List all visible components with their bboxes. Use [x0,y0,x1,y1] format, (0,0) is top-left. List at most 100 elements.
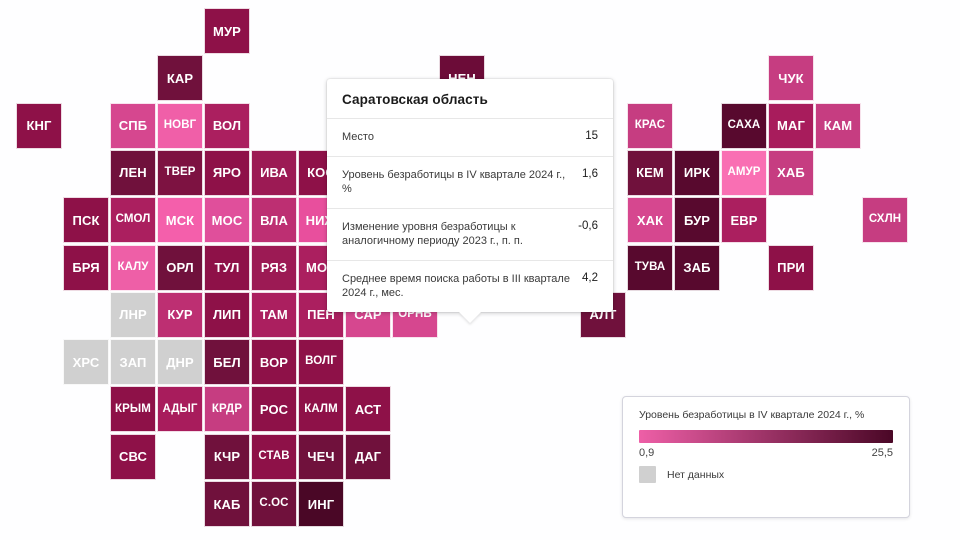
map-tile-label: МУР [213,23,241,39]
map-tile-лнр[interactable]: ЛНР [110,291,156,338]
region-tooltip: Саратовская область Место 15 Уровень безра… [327,79,613,323]
map-tile-label: ЛЕН [119,165,147,181]
tooltip-rows: Место 15 Уровень безработицы в IV квартале… [327,118,613,312]
map-tile-ирк[interactable]: ИРК [674,149,720,196]
map-tile-лен[interactable]: ЛЕН [110,149,156,196]
map-tile-адыг[interactable]: АДЫГ [157,386,203,433]
map-tile-там[interactable]: ТАМ [251,291,297,338]
map-tile-label: ДАГ [354,449,382,465]
map-tile-калм[interactable]: КАЛМ [298,386,344,433]
map-tile-бур[interactable]: БУР [674,197,720,244]
map-tile-вол[interactable]: ВОЛ [204,102,250,149]
map-tile-label: ТУЛ [214,260,240,275]
map-tile-кнг[interactable]: КНГ [16,102,62,149]
map-tile-label: ТВЕР [164,166,196,179]
tooltip-row-label: Уровень безработицы в IV квартале 2024 г… [342,168,566,196]
map-tile-при[interactable]: ПРИ [768,244,814,291]
map-tile-крдр[interactable]: КРДР [204,386,250,433]
map-tile-label: МАГ [777,118,805,134]
map-tile-label: ПСК [72,212,100,228]
map-tile-кчр[interactable]: КЧР [204,433,250,480]
map-tile-заб[interactable]: ЗАБ [674,244,720,291]
tooltip-row: Уровень безработицы в IV квартале 2024 г… [327,155,613,208]
map-tile-пск[interactable]: ПСК [63,197,109,244]
map-tile-label: РОС [259,401,289,417]
map-tile-label: ЯРО [212,165,242,181]
map-tile-label: С.ОС [259,497,289,510]
map-tile-сос[interactable]: С.ОС [251,481,297,527]
map-tile-тул[interactable]: ТУЛ [204,244,250,291]
legend-nodata-entry: Нет данных [639,466,893,484]
tooltip-row-value: 4,2 [582,271,598,284]
map-tile-твер[interactable]: ТВЕР [157,149,203,196]
map-tile-евр[interactable]: ЕВР [721,197,767,244]
map-tile-яро[interactable]: ЯРО [204,149,250,196]
map-tile-кам[interactable]: КАМ [815,102,861,149]
map-tile-label: АМУР [727,166,761,179]
map-tile-ряз[interactable]: РЯЗ [251,244,297,291]
map-tile-мск[interactable]: МСК [157,197,203,244]
map-tile-каб[interactable]: КАБ [204,481,250,527]
tooltip-row-label: Среднее время поиска работы в III кварта… [342,272,570,300]
map-tile-схлн[interactable]: СХЛН [862,197,908,244]
map-tile-label: ТУВА [634,260,666,273]
map-tile-став[interactable]: СТАВ [251,433,297,480]
map-tile-спб[interactable]: СПБ [110,102,156,149]
tooltip-pointer-icon [459,311,481,323]
map-tile-label: СТАВ [258,449,290,462]
map-tile-орл[interactable]: ОРЛ [157,244,203,291]
map-tile-тува[interactable]: ТУВА [627,244,673,291]
map-tile-зап[interactable]: ЗАП [110,339,156,386]
legend-min-label: 0,9 [639,447,655,460]
map-tile-label: ЧУК [778,70,804,86]
map-tile-маг[interactable]: МАГ [768,102,814,149]
map-tile-label: ЗАБ [683,260,711,275]
map-tile-кем[interactable]: КЕМ [627,149,673,196]
map-tile-хак[interactable]: ХАК [627,197,673,244]
map-tile-label: ОРЛ [166,260,194,275]
tooltip-row: Изменение уровня безработицы к аналогичн… [327,207,613,260]
map-tile-даг[interactable]: ДАГ [345,433,391,480]
map-tile-чук[interactable]: ЧУК [768,55,814,102]
map-tile-чеч[interactable]: ЧЕЧ [298,433,344,480]
map-tile-кур[interactable]: КУР [157,291,203,338]
map-tile-смол[interactable]: СМОЛ [110,197,156,244]
map-tile-кар[interactable]: КАР [157,55,203,102]
map-tile-label: КАЛМ [304,402,338,415]
map-tile-label: КРАС [634,118,666,131]
map-tile-label: АДЫГ [162,402,198,415]
map-tile-мур[interactable]: МУР [204,8,250,54]
map-tile-лип[interactable]: ЛИП [204,291,250,338]
map-tile-волг[interactable]: ВОЛГ [298,339,344,386]
map-tile-label: МОС [211,212,243,228]
map-tile-калу[interactable]: КАЛУ [110,244,156,291]
map-tile-бря[interactable]: БРЯ [63,244,109,291]
map-tile-саха[interactable]: САХА [721,102,767,149]
map-tile-крым[interactable]: КРЫМ [110,386,156,433]
map-tile-аст[interactable]: АСТ [345,386,391,433]
map-tile-label: КРДР [211,402,243,415]
map-tile-вла[interactable]: ВЛА [251,197,297,244]
map-tile-label: НОВГ [163,118,197,131]
map-tile-label: ВОР [259,354,289,370]
map-tile-label: ХРС [72,354,100,370]
map-tile-амур[interactable]: АМУР [721,149,767,196]
map-tile-вор[interactable]: ВОР [251,339,297,386]
map-tile-новг[interactable]: НОВГ [157,102,203,149]
map-tile-свс[interactable]: СВС [110,433,156,480]
map-tile-ива[interactable]: ИВА [251,149,297,196]
map-tile-хрс[interactable]: ХРС [63,339,109,386]
map-tile-рос[interactable]: РОС [251,386,297,433]
map-tile-днр[interactable]: ДНР [157,339,203,386]
map-tile-мос[interactable]: МОС [204,197,250,244]
map-tile-бел[interactable]: БЕЛ [204,339,250,386]
map-tile-инг[interactable]: ИНГ [298,481,344,527]
map-tile-label: СВС [119,449,147,465]
tooltip-row: Место 15 [327,118,613,156]
map-tile-label: ДНР [166,354,194,370]
legend-max-label: 25,5 [871,447,893,460]
map-tile-label: БРЯ [72,260,100,275]
map-tile-label: КАР [166,70,194,86]
map-tile-крас[interactable]: КРАС [627,102,673,149]
map-tile-хаб[interactable]: ХАБ [768,149,814,196]
